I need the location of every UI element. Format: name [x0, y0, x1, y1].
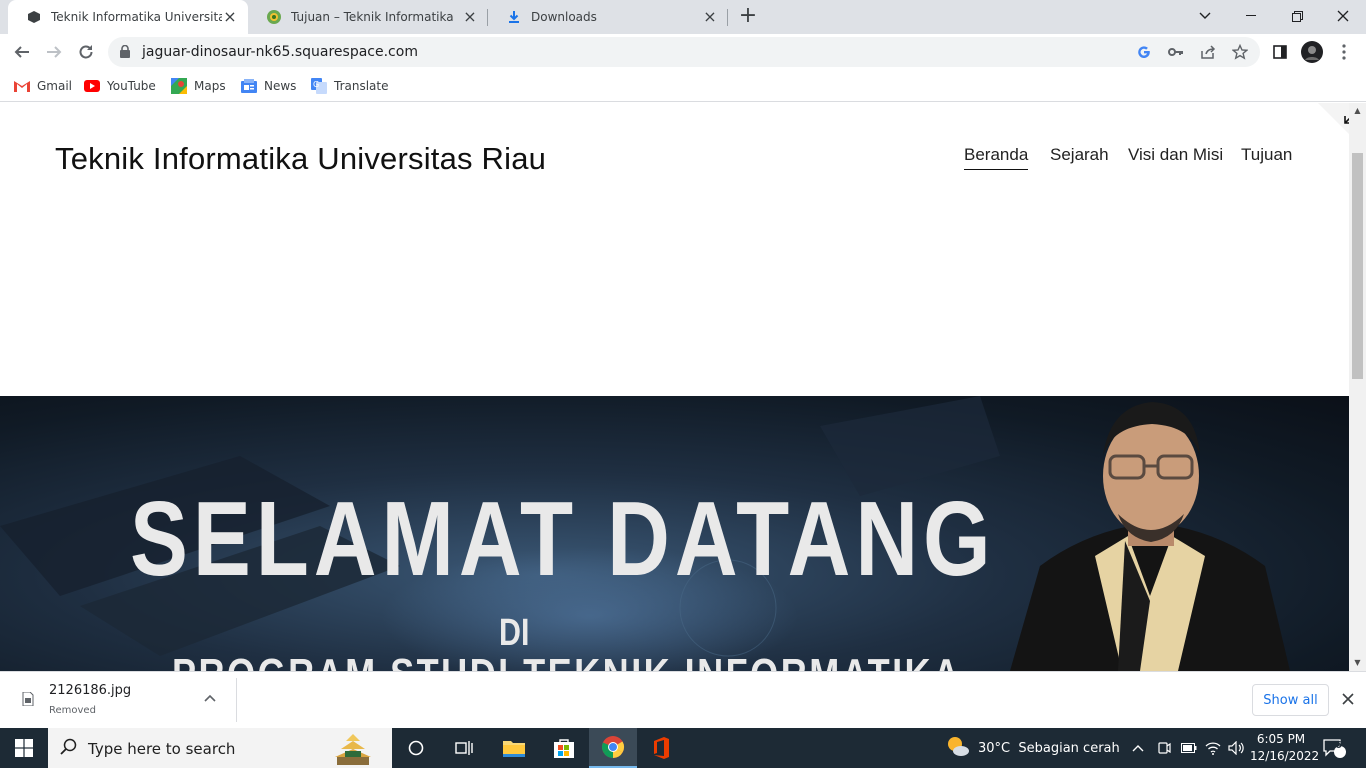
bookmark-translate[interactable]: G Translate: [311, 76, 389, 96]
google-translate-icon[interactable]: [1135, 43, 1153, 61]
site-title[interactable]: Teknik Informatika Universitas Riau: [55, 141, 546, 177]
reload-icon[interactable]: [72, 38, 100, 66]
tab-close-icon[interactable]: ×: [702, 9, 718, 25]
bookmark-star-icon[interactable]: [1231, 43, 1249, 61]
squarespace-favicon-icon: [26, 9, 42, 25]
bookmarks-bar: Gmail YouTube Maps News G Translate: [0, 70, 1366, 102]
nav-visi-dan-misi[interactable]: Visi dan Misi: [1128, 145, 1223, 165]
maps-icon: [171, 78, 187, 94]
search-icon: [60, 738, 78, 759]
tab-separator: [727, 9, 728, 26]
profile-avatar[interactable]: [1298, 38, 1326, 66]
bookmark-label: Maps: [194, 79, 226, 93]
microsoft-store-icon[interactable]: [540, 728, 588, 768]
show-hidden-icons[interactable]: [1132, 728, 1144, 768]
exit-preview-corner[interactable]: [1318, 103, 1349, 151]
hero-subheading: DI: [499, 612, 530, 654]
download-shelf: 2126186.jpg Removed Show all: [0, 671, 1366, 728]
task-view-icon[interactable]: [440, 728, 488, 768]
bookmark-label: Translate: [334, 79, 389, 93]
new-tab-button[interactable]: +: [737, 5, 759, 28]
weather-text: 30°C Sebagian cerah: [978, 740, 1120, 756]
taskbar-search-input[interactable]: Type here to search: [48, 728, 392, 768]
unri-favicon-icon: [266, 9, 282, 25]
chrome-taskbar-icon[interactable]: [589, 728, 637, 768]
svg-text:G: G: [313, 80, 319, 89]
lock-icon[interactable]: [120, 44, 130, 61]
key-icon[interactable]: [1167, 43, 1185, 61]
close-window-icon[interactable]: [1320, 0, 1366, 32]
system-clock[interactable]: 6:05 PM 12/16/2022: [1250, 731, 1320, 765]
bookmark-youtube[interactable]: YouTube: [84, 76, 156, 96]
volume-icon[interactable]: [1228, 728, 1246, 768]
download-item[interactable]: 2126186.jpg Removed: [0, 678, 237, 722]
web-page: Teknik Informatika Universitas Riau Bera…: [0, 103, 1349, 671]
tab-strip: Teknik Informatika Universitas Riau × Tu…: [0, 0, 1366, 34]
portrait-photo: [1010, 402, 1290, 671]
page-scrollbar[interactable]: ▲ ▼: [1349, 103, 1366, 671]
tab-title: Tujuan – Teknik Informatika: [291, 10, 454, 24]
scroll-down-icon[interactable]: ▼: [1353, 658, 1362, 667]
hero-program-title: PROGRAM STUDI TEKNIK INFORMATIKA: [172, 650, 962, 671]
menu-kebab-icon[interactable]: [1330, 38, 1358, 66]
hero-heading: SELAMAT DATANG: [130, 480, 996, 598]
scroll-up-icon[interactable]: ▲: [1353, 106, 1362, 115]
bookmark-label: News: [264, 79, 297, 93]
tab-title: Teknik Informatika Universitas Riau: [51, 10, 222, 24]
file-explorer-icon[interactable]: [490, 728, 538, 768]
forward-arrow-icon[interactable]: [40, 38, 68, 66]
windows-start-icon[interactable]: [0, 728, 48, 768]
side-panel-icon[interactable]: [1266, 38, 1294, 66]
browser-toolbar: jaguar-dinosaur-nk65.squarespace.com: [0, 34, 1366, 70]
minimize-icon[interactable]: [1228, 0, 1274, 32]
tab-title: Downloads: [531, 10, 597, 24]
search-placeholder: Type here to search: [88, 740, 236, 758]
wifi-icon[interactable]: [1205, 728, 1221, 768]
tab-downloads[interactable]: Downloads ×: [488, 0, 728, 34]
clock-time: 6:05 PM: [1256, 732, 1306, 746]
bookmark-label: Gmail: [37, 79, 73, 93]
tab-close-icon[interactable]: ×: [222, 9, 238, 25]
news-icon: [241, 78, 257, 94]
file-icon: [22, 691, 34, 709]
tab-close-icon[interactable]: ×: [462, 9, 478, 25]
search-highlight-pagoda-icon[interactable]: [333, 731, 373, 768]
nav-tujuan[interactable]: Tujuan: [1241, 145, 1292, 165]
office-icon[interactable]: [637, 728, 685, 768]
cortana-icon[interactable]: [392, 728, 440, 768]
partly-sunny-icon: [946, 735, 970, 761]
share-icon[interactable]: [1199, 43, 1217, 61]
clock-date: 12/16/2022: [1250, 749, 1320, 763]
tab-teknik-informatika[interactable]: Teknik Informatika Universitas Riau ×: [8, 0, 248, 34]
chevron-up-icon[interactable]: [204, 690, 216, 706]
gmail-icon: [14, 78, 30, 94]
notification-center-icon[interactable]: 6: [1322, 728, 1346, 768]
bookmark-label: YouTube: [107, 79, 156, 93]
notification-count: 6: [1335, 740, 1342, 751]
address-bar[interactable]: jaguar-dinosaur-nk65.squarespace.com: [108, 37, 1260, 67]
nav-sejarah[interactable]: Sejarah: [1050, 145, 1109, 165]
bookmark-news[interactable]: News: [241, 76, 296, 96]
tab-tujuan[interactable]: Tujuan – Teknik Informatika ×: [248, 0, 488, 34]
battery-icon[interactable]: [1181, 728, 1197, 768]
hero-banner: SELAMAT DATANG DI PROGRAM STUDI TEKNIK I…: [0, 396, 1349, 671]
scrollbar-thumb[interactable]: [1352, 153, 1363, 379]
nav-beranda[interactable]: Beranda: [964, 145, 1029, 170]
tab-search-icon[interactable]: [1182, 0, 1228, 32]
translate-icon: G: [311, 78, 327, 94]
weather-widget[interactable]: 30°C Sebagian cerah: [946, 728, 1120, 768]
show-all-button[interactable]: Show all: [1252, 684, 1329, 716]
close-shelf-icon[interactable]: [1338, 690, 1358, 710]
restore-icon[interactable]: [1274, 0, 1320, 32]
back-arrow-icon[interactable]: [8, 38, 36, 66]
bookmark-gmail[interactable]: Gmail: [14, 76, 72, 96]
bookmark-maps[interactable]: Maps: [171, 76, 226, 96]
youtube-icon: [84, 78, 100, 94]
url-text: jaguar-dinosaur-nk65.squarespace.com: [142, 44, 418, 60]
download-icon: [506, 9, 522, 25]
meet-now-icon[interactable]: [1157, 728, 1171, 768]
download-status: Removed: [49, 705, 96, 716]
windows-taskbar: Type here to search 30°C Sebagian cerah: [0, 728, 1366, 768]
download-filename: 2126186.jpg: [49, 683, 132, 698]
